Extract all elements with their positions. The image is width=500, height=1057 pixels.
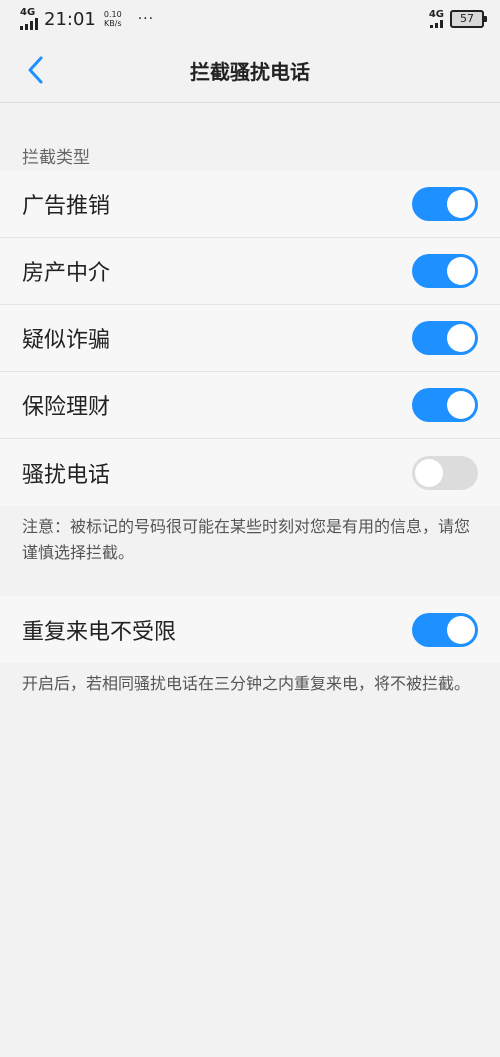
list-item-harassment: 骚扰电话 xyxy=(0,439,500,506)
toggle-harassment[interactable] xyxy=(412,455,478,490)
network-type-label: 4G xyxy=(20,7,36,18)
toggle-real-estate[interactable] xyxy=(412,254,478,288)
back-button[interactable] xyxy=(18,52,54,88)
navigation-bar: 拦截骚扰电话 xyxy=(0,38,500,103)
list-item-label: 保险理财 xyxy=(22,395,111,420)
list-item-real-estate: 房产中介 xyxy=(0,238,500,305)
intercept-type-list: 广告推销 房产中介 疑似诈骗 保险理财 骚扰电话 xyxy=(0,171,500,506)
network-speed: 0.10 KB/s xyxy=(104,10,122,28)
toggle-ads[interactable] xyxy=(412,187,478,221)
list-item-label: 房产中介 xyxy=(22,261,111,286)
toggle-knob xyxy=(447,257,475,285)
section-label-intercept-types: 拦截类型 xyxy=(22,148,90,168)
list-item-label: 广告推销 xyxy=(22,194,111,219)
speed-unit: KB/s xyxy=(103,19,122,28)
chevron-left-icon xyxy=(28,56,43,84)
more-notifications-icon: ··· xyxy=(137,11,155,27)
speed-value: 0.10 xyxy=(103,10,122,19)
list-item-insurance: 保险理财 xyxy=(0,372,500,439)
clock: 21:01 xyxy=(44,8,96,30)
network-type-label-right: 4G xyxy=(428,9,444,20)
list-item-label: 疑似诈骗 xyxy=(22,328,111,353)
list-item-repeat-call: 重复来电不受限 xyxy=(0,596,500,663)
network-indicator-left: 4G xyxy=(20,8,38,30)
toggle-insurance[interactable] xyxy=(412,388,478,422)
battery-level: 57 xyxy=(460,12,474,25)
list-item-label: 重复来电不受限 xyxy=(22,619,177,645)
network-indicator-right: 4G xyxy=(429,10,444,28)
toggle-knob xyxy=(447,615,475,644)
list-item-label: 骚扰电话 xyxy=(22,462,111,488)
signal-icon-right xyxy=(429,20,443,28)
toggle-knob xyxy=(447,324,475,352)
toggle-fraud[interactable] xyxy=(412,321,478,355)
toggle-knob xyxy=(447,190,475,218)
status-bar: 4G 21:01 0.10 KB/s ··· 4G 57 xyxy=(0,0,500,38)
signal-icon xyxy=(20,18,38,30)
repeat-call-list: 重复来电不受限 xyxy=(0,596,500,663)
toggle-repeat-call[interactable] xyxy=(412,612,478,647)
intercept-note: 注意：被标记的号码很可能在某些时刻对您是有用的信息，请您谨慎选择拦截。 xyxy=(22,517,471,562)
list-item-fraud: 疑似诈骗 xyxy=(0,305,500,372)
toggle-knob xyxy=(447,391,475,419)
list-item-ads: 广告推销 xyxy=(0,171,500,238)
battery-icon: 57 xyxy=(450,10,487,28)
toggle-knob xyxy=(415,458,443,487)
repeat-call-note: 开启后，若相同骚扰电话在三分钟之内重复来电，将不被拦截。 xyxy=(22,674,471,693)
page-title: 拦截骚扰电话 xyxy=(190,59,310,84)
